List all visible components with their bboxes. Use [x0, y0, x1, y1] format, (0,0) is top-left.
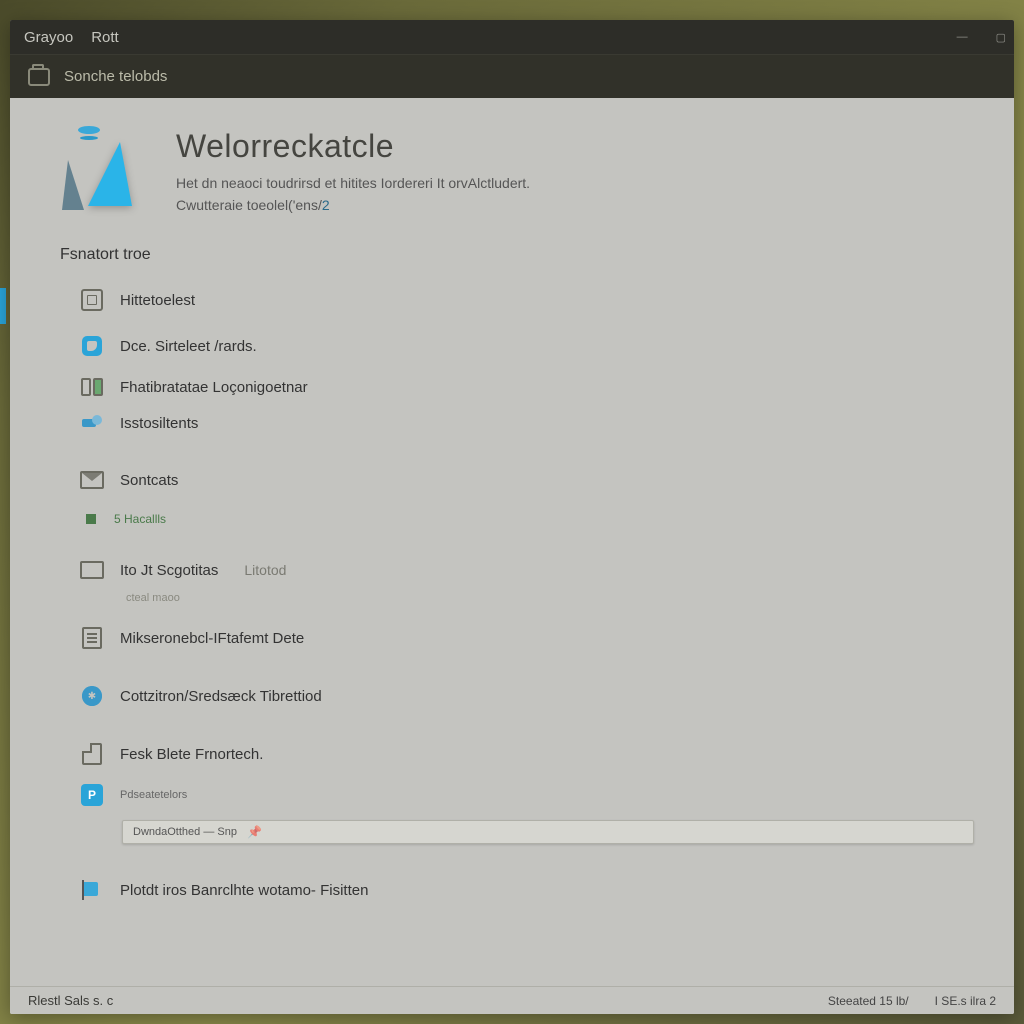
item-label: Fesk Blete Frnortech.	[120, 746, 263, 763]
document-icon	[82, 743, 102, 765]
section-heading: Fsnatort troe	[60, 246, 974, 264]
toolbar-label[interactable]: Sonche telobds	[64, 68, 167, 85]
window-controls: — ▢	[957, 31, 1006, 44]
list-item[interactable]: Plotdt iros Banrclhte wotamo- Fisitten	[78, 870, 974, 910]
content-area: Welorreckatcle Het dn neaoci toudrirsd e…	[10, 98, 1014, 986]
item-label: Sontcats	[120, 472, 178, 489]
item-meta: Litotod	[244, 562, 286, 578]
app-tile-icon	[82, 336, 102, 356]
pushpin-icon[interactable]: 📌	[247, 825, 262, 839]
toolbar: Sonche telobds	[10, 54, 1014, 98]
page-title: Welorreckatcle	[176, 128, 530, 165]
document-name: Rott	[91, 29, 119, 46]
app-name: Grayoo	[24, 29, 73, 46]
status-left: Rlestl Sals s. c	[28, 993, 113, 1008]
list-item[interactable]: Fesk Blete Frnortech.	[78, 734, 974, 774]
list-item[interactable]: Fhatibratatae Loçonigoetnar	[78, 372, 974, 402]
item-label: Ito Jt Scgotitas	[120, 562, 218, 579]
status-bar: Rlestl Sals s. c Steeated 15 lb/ I SE.s …	[10, 986, 1014, 1014]
download-chip[interactable]: DwndaOtthed — Snp 📌	[122, 820, 974, 844]
item-label: Isstosiltents	[120, 415, 198, 432]
app-badge-icon: P	[81, 784, 103, 806]
screen-icon	[80, 561, 104, 579]
welcome-hero: Welorreckatcle Het dn neaoci toudrirsd e…	[60, 128, 974, 218]
item-label: Mikseronebcl-IFtafemt Dete	[120, 630, 304, 647]
titlebar: Grayoo Rott — ▢	[10, 20, 1014, 54]
status-right-1: Steeated 15 lb/	[828, 994, 909, 1008]
chip-label: DwndaOtthed — Snp	[133, 826, 237, 838]
item-label: Cottzitron/Sredsæck Tibrettiod	[120, 688, 322, 705]
item-caption: cteal maoo	[126, 592, 974, 604]
list-item[interactable]: Cottzitron/Sredsæck Tibrettiod	[78, 676, 974, 716]
folder-icon[interactable]	[28, 68, 50, 86]
item-label: Plotdt iros Banrclhte wotamo- Fisitten	[120, 882, 368, 899]
list-item[interactable]: Hittetoelest	[78, 280, 974, 320]
square-icon	[86, 514, 96, 524]
envelope-icon	[80, 471, 104, 489]
minimize-icon[interactable]: —	[957, 31, 968, 43]
item-sublabel: 5 Hacallls	[114, 512, 166, 526]
box-icon	[81, 289, 103, 311]
split-icon	[81, 378, 103, 396]
item-label: Fhatibratatae Loçonigoetnar	[120, 379, 308, 396]
page-icon	[82, 627, 102, 649]
gear-icon	[82, 686, 102, 706]
item-label: Dce. Sirteleet /rards.	[120, 338, 257, 355]
list-item[interactable]: Isstosiltents	[78, 408, 974, 438]
task-list: Hittetoelest Dce. Sirteleet /rards. Fhat…	[78, 280, 974, 910]
flag-icon	[82, 880, 102, 900]
list-item[interactable]: P Pdseatetelors	[78, 780, 974, 810]
hero-subtitle-2: Cwutteraie toeolel('ens/2	[176, 197, 530, 213]
main-window: Grayoo Rott — ▢ Sonche telobds Welorreck…	[10, 20, 1014, 1014]
pin-icon	[82, 415, 102, 431]
active-tab-indicator	[0, 288, 6, 324]
app-logo-icon	[60, 128, 150, 218]
list-item[interactable]: Mikseronebcl-IFtafemt Dete	[78, 618, 974, 658]
hero-subtitle-1: Het dn neaoci toudrirsd et hitites Iorde…	[176, 175, 530, 191]
list-item[interactable]: Ito Jt Scgotitas Litotod	[78, 550, 974, 590]
hero-link[interactable]: 2	[322, 197, 330, 213]
list-item[interactable]: Dce. Sirteleet /rards.	[78, 326, 974, 366]
list-subitem[interactable]: 5 Hacallls	[82, 506, 974, 532]
status-right-2: I SE.s ilra 2	[935, 994, 996, 1008]
maximize-icon[interactable]: ▢	[996, 31, 1006, 44]
item-label: Hittetoelest	[120, 292, 195, 309]
list-item[interactable]: Sontcats	[78, 460, 974, 500]
item-small-label: Pdseatetelors	[120, 789, 187, 801]
